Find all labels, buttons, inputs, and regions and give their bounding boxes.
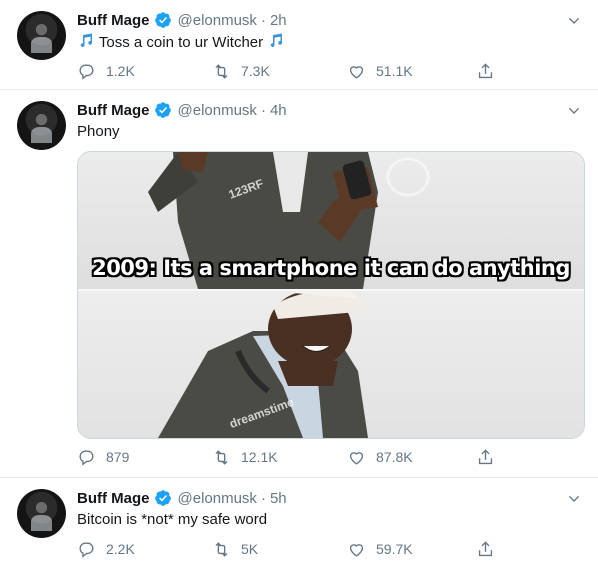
share-icon: [478, 448, 493, 464]
meme-caption: 2009: Its a smartphone it can do anythin…: [92, 256, 570, 280]
handle[interactable]: @elonmusk: [178, 102, 257, 119]
separator: ·: [260, 101, 266, 119]
chevron-down-icon[interactable]: [566, 103, 582, 119]
display-name[interactable]: Buff Mage: [77, 490, 150, 507]
separator: ·: [260, 489, 266, 507]
reply-count: 2.2K: [106, 541, 135, 557]
retweet-icon: [215, 449, 228, 465]
retweet-button[interactable]: 7.3K: [212, 60, 347, 82]
tweet-actions: 2.2K 5K 59.7K: [77, 538, 507, 560]
verified-badge-icon: [154, 102, 171, 118]
like-icon: [349, 451, 364, 465]
tweet-media[interactable]: 123RF 2009: Its a smartphone it can do a…: [77, 151, 585, 439]
tweet-actions: 879 12.1K 87.8K: [77, 446, 507, 468]
avatar[interactable]: [17, 11, 66, 60]
meme-panel-bottom: dreamstime: [78, 291, 584, 438]
tweet-text: Bitcoin is *not* my safe word: [77, 511, 268, 528]
chevron-down-icon[interactable]: [566, 491, 582, 507]
avatar[interactable]: [17, 489, 66, 538]
retweet-count: 5K: [241, 541, 259, 557]
display-name[interactable]: Buff Mage: [77, 102, 150, 119]
verified-badge-icon: [154, 490, 171, 506]
share-button[interactable]: [476, 446, 505, 468]
chevron-down-icon[interactable]: [566, 13, 582, 29]
like-button[interactable]: 59.7K: [347, 538, 482, 560]
tweet-text: Phony: [77, 123, 120, 140]
retweet-icon: [215, 541, 228, 557]
tweet-header: Buff Mage @elonmusk · 4h: [77, 101, 287, 119]
like-icon: [349, 65, 364, 79]
avatar[interactable]: [17, 101, 66, 150]
separator: ·: [260, 11, 266, 29]
meme-illustration-bottom: [158, 291, 368, 438]
reply-button[interactable]: 2.2K: [77, 538, 212, 560]
reply-button[interactable]: 1.2K: [77, 60, 212, 82]
like-button[interactable]: 87.8K: [347, 446, 482, 468]
share-button[interactable]: [476, 538, 505, 560]
tweet-header: Buff Mage @elonmusk · 5h: [77, 489, 287, 507]
tweet-text-body: Toss a coin to ur Witcher: [98, 34, 264, 51]
tweet-actions: 1.2K 7.3K 51.1K: [77, 60, 507, 82]
share-icon: [478, 540, 493, 556]
tweet-2[interactable]: Buff Mage @elonmusk · 4h Phony 123RF 200…: [0, 90, 598, 478]
like-count: 51.1K: [376, 63, 413, 79]
timestamp[interactable]: 4h: [270, 102, 287, 119]
reply-button[interactable]: 879: [77, 446, 212, 468]
reply-icon: [79, 63, 94, 80]
tweet-3[interactable]: Buff Mage @elonmusk · 5h Bitcoin is *not…: [0, 478, 598, 569]
reply-icon: [79, 449, 94, 466]
reply-count: 1.2K: [106, 63, 135, 79]
verified-badge-icon: [154, 12, 171, 28]
like-button[interactable]: 51.1K: [347, 60, 482, 82]
handle[interactable]: @elonmusk: [178, 12, 257, 29]
display-name[interactable]: Buff Mage: [77, 12, 150, 29]
like-count: 87.8K: [376, 449, 413, 465]
retweet-count: 7.3K: [241, 63, 270, 79]
like-icon: [349, 543, 364, 557]
music-note-icon: [271, 33, 283, 47]
tweet-1[interactable]: Buff Mage @elonmusk · 2h Toss a coin to …: [0, 0, 598, 90]
tweet-text: Toss a coin to ur Witcher: [77, 32, 285, 53]
retweet-count: 12.1K: [241, 449, 278, 465]
retweet-button[interactable]: 12.1K: [212, 446, 347, 468]
timestamp[interactable]: 2h: [270, 12, 287, 29]
share-button[interactable]: [476, 60, 505, 82]
handle[interactable]: @elonmusk: [178, 490, 257, 507]
like-count: 59.7K: [376, 541, 413, 557]
retweet-icon: [215, 63, 228, 79]
reply-icon: [79, 541, 94, 558]
meme-panel-top: 123RF 2009: Its a smartphone it can do a…: [78, 152, 584, 289]
retweet-button[interactable]: 5K: [212, 538, 347, 560]
timestamp[interactable]: 5h: [270, 490, 287, 507]
music-note-icon: [80, 33, 92, 47]
tweet-header: Buff Mage @elonmusk · 2h: [77, 11, 287, 29]
share-icon: [478, 62, 493, 78]
reply-count: 879: [106, 449, 130, 465]
